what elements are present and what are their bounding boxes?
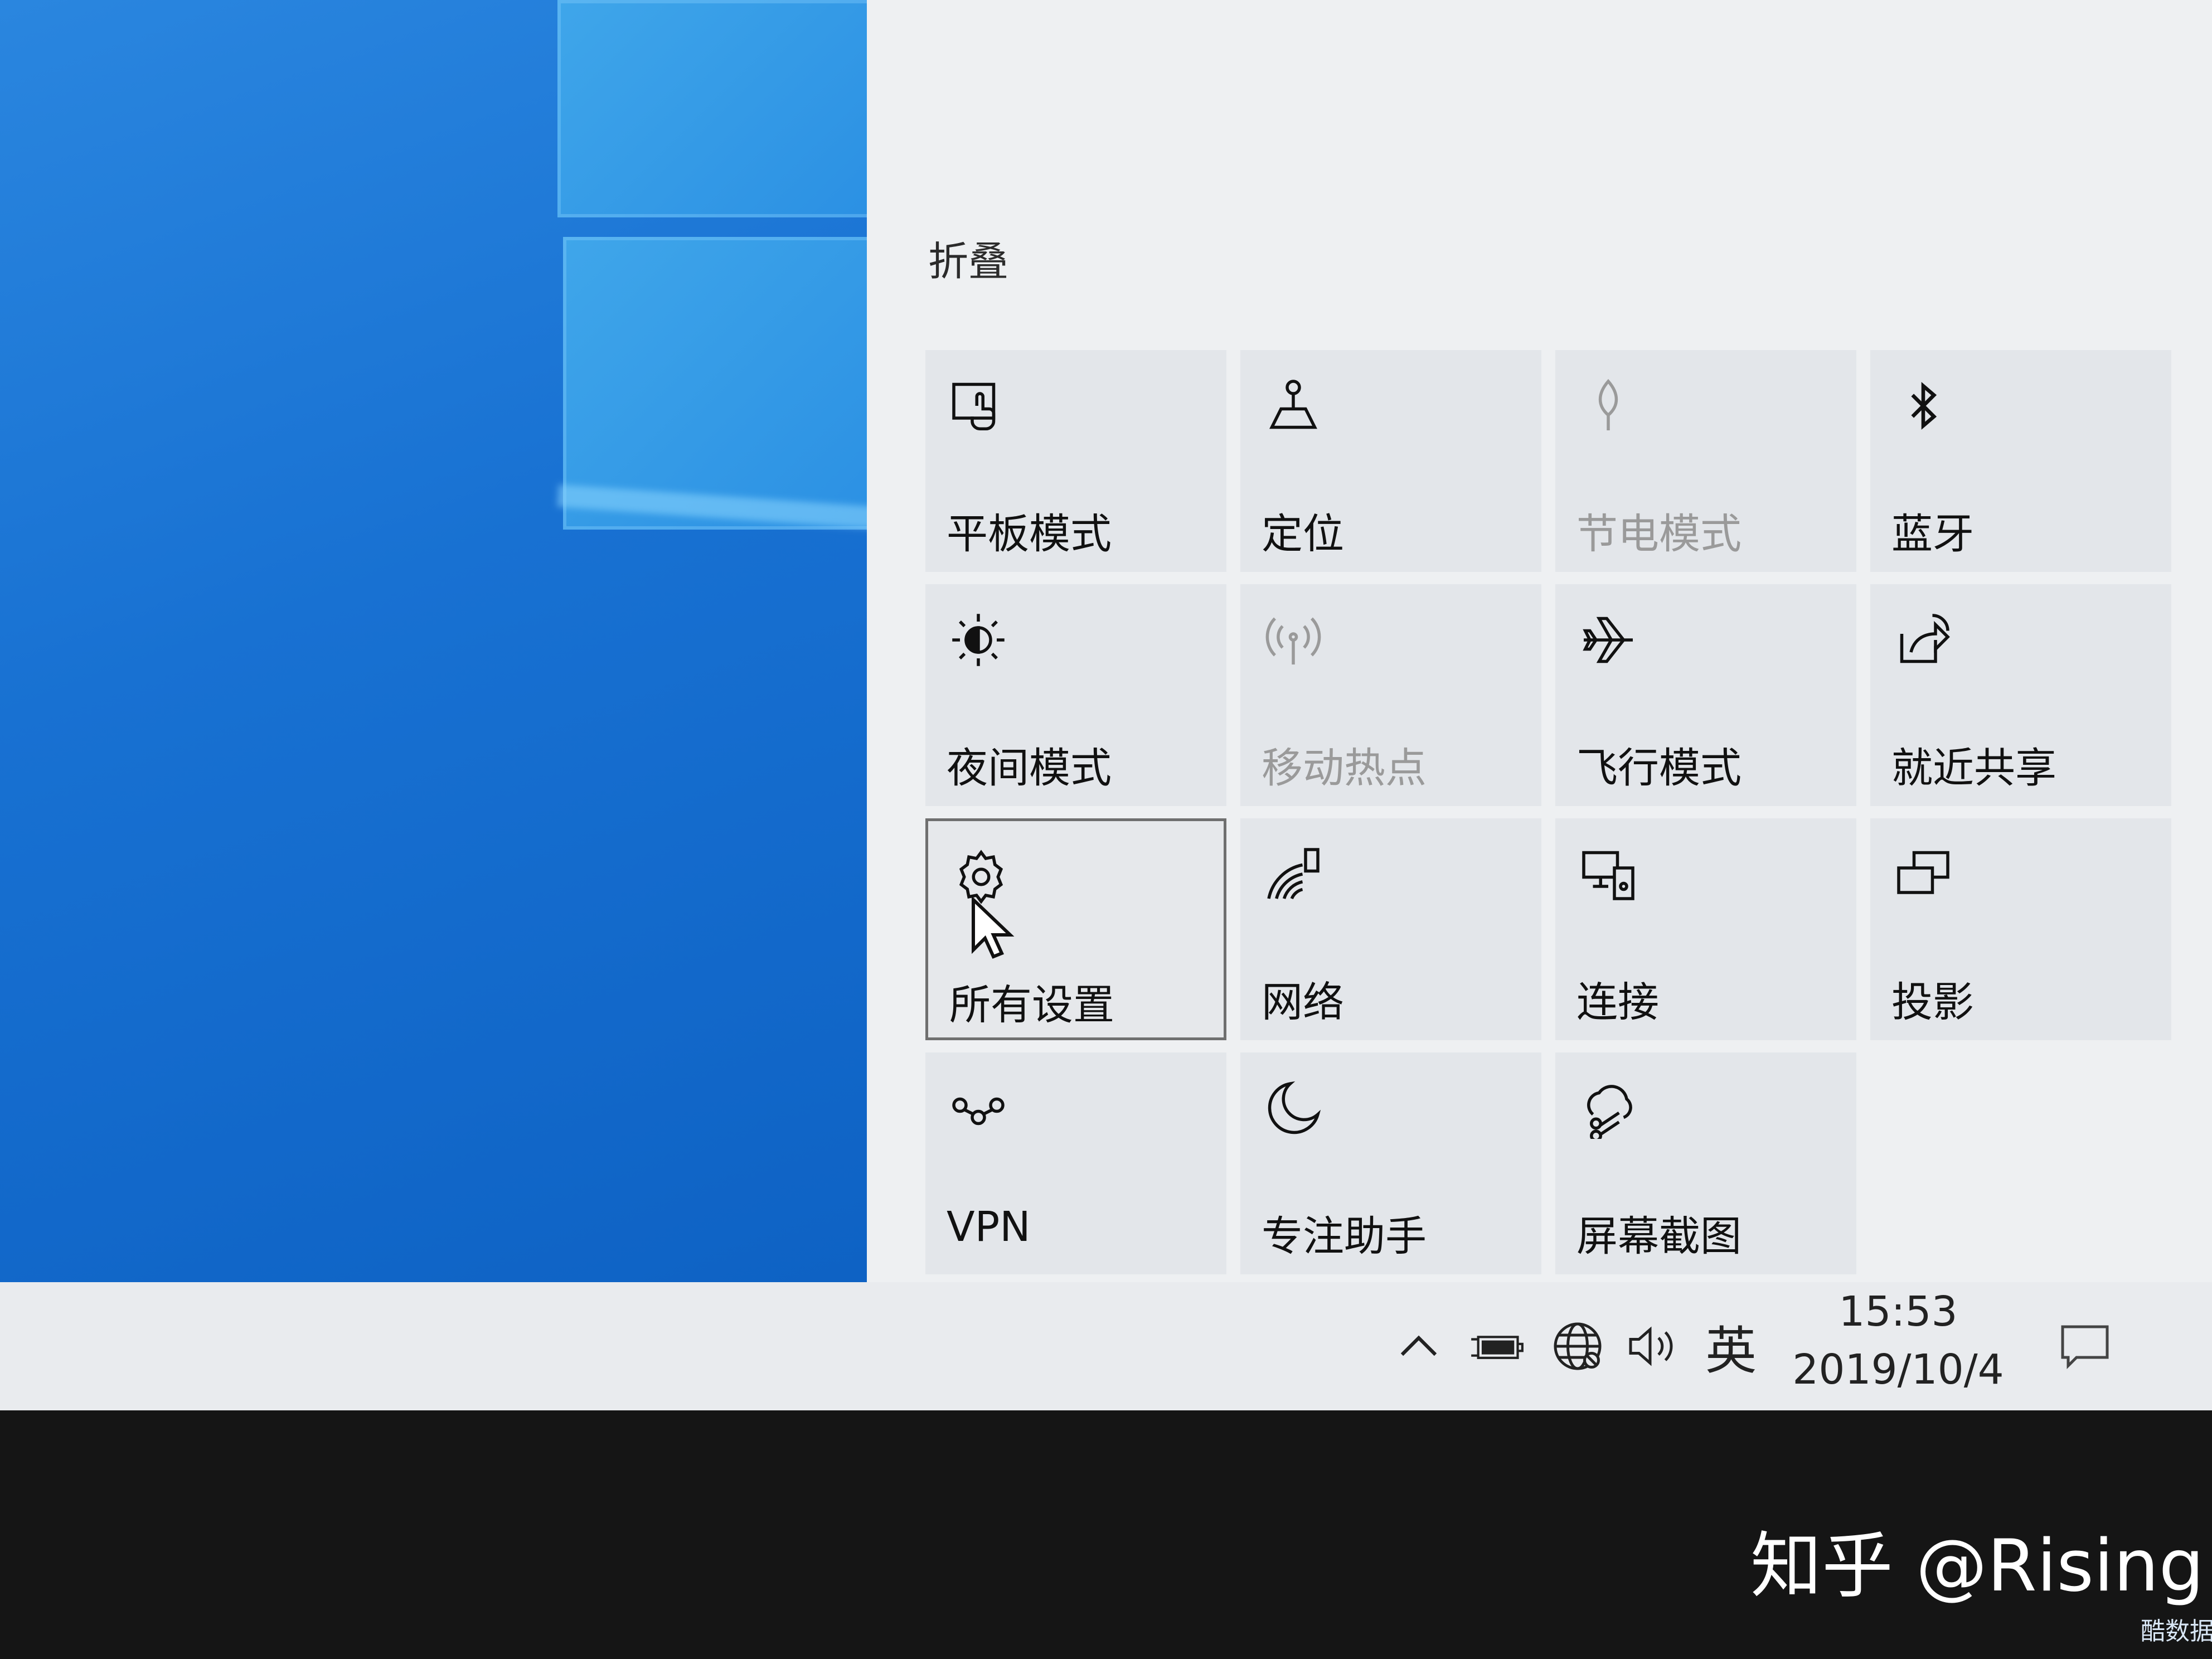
- tile-label: 所有设置: [949, 981, 1114, 1029]
- night-light-icon: [948, 609, 1009, 671]
- tile-label: VPN: [947, 1203, 1031, 1251]
- tile-label: 平板模式: [947, 510, 1112, 558]
- tile-connect[interactable]: 连接: [1555, 818, 1856, 1040]
- notification-icon: [2061, 1325, 2109, 1370]
- tile-bluetooth[interactable]: 蓝牙: [1870, 350, 2171, 572]
- focus-assist-icon: [1263, 1078, 1324, 1139]
- network-status[interactable]: [1544, 1282, 1611, 1410]
- bluetooth-icon: [1893, 375, 1954, 436]
- speaker-icon: [1629, 1326, 1673, 1366]
- mouse-cursor-icon: [972, 896, 1015, 959]
- tile-label: 定位: [1262, 510, 1344, 558]
- volume-button[interactable]: [1619, 1282, 1686, 1410]
- network-icon: [1263, 843, 1324, 905]
- tile-label: 投影: [1891, 978, 1974, 1026]
- globe-icon: [1554, 1322, 1602, 1370]
- tile-label: 蓝牙: [1891, 510, 1974, 558]
- tile-label: 连接: [1576, 978, 1659, 1026]
- tile-label: 专注助手: [1262, 1212, 1427, 1260]
- tile-vpn[interactable]: VPN: [925, 1052, 1226, 1274]
- project-icon: [1893, 843, 1954, 905]
- tile-label: 网络: [1262, 978, 1344, 1026]
- tile-night-light[interactable]: 夜间模式: [925, 584, 1226, 806]
- tile-tablet-mode[interactable]: 平板模式: [925, 350, 1226, 572]
- show-hidden-icons-button[interactable]: [1388, 1282, 1449, 1410]
- tile-airplane-mode[interactable]: 飞行模式: [1555, 584, 1856, 806]
- action-center-button[interactable]: [2040, 1282, 2129, 1410]
- screen-snip-icon: [1578, 1078, 1639, 1139]
- clock-date: 2019/10/4: [1792, 1346, 2004, 1394]
- action-center-panel: 折叠 平板模式 定位 节电模式 蓝牙 夜间模式 移动热点 飞行模式 就近共享 所…: [867, 0, 2212, 1282]
- windows-logo-pane-bottom: [563, 237, 874, 530]
- battery-saver-icon: [1578, 375, 1639, 436]
- mobile-hotspot-icon: [1263, 609, 1324, 671]
- corner-badge: 酷数据: [2141, 1617, 2212, 1646]
- collapse-button[interactable]: 折叠: [928, 229, 1008, 287]
- tile-label: 移动热点: [1262, 744, 1427, 792]
- tile-screen-snip[interactable]: 屏幕截图: [1555, 1052, 1856, 1274]
- battery-status[interactable]: [1461, 1282, 1533, 1410]
- desktop-background: [0, 0, 874, 1282]
- tile-network[interactable]: 网络: [1240, 818, 1541, 1040]
- tile-project[interactable]: 投影: [1870, 818, 2171, 1040]
- tile-focus-assist[interactable]: 专注助手: [1240, 1052, 1541, 1274]
- connect-icon: [1578, 843, 1639, 905]
- watermark: 知乎 @Rising: [1750, 1525, 2204, 1608]
- tile-battery-saver[interactable]: 节电模式: [1555, 350, 1856, 572]
- tile-label: 就近共享: [1891, 744, 2056, 792]
- tile-label: 屏幕截图: [1576, 1212, 1742, 1260]
- tile-nearby-sharing[interactable]: 就近共享: [1870, 584, 2171, 806]
- airplane-icon: [1578, 609, 1639, 671]
- input-method-indicator[interactable]: 英: [1695, 1282, 1767, 1410]
- battery-icon: [1471, 1336, 1524, 1359]
- tile-label: 节电模式: [1576, 510, 1742, 558]
- location-icon: [1263, 375, 1324, 436]
- chevron-up-icon: [1400, 1335, 1437, 1356]
- tile-mobile-hotspot[interactable]: 移动热点: [1240, 584, 1541, 806]
- tile-label: 夜间模式: [947, 744, 1112, 792]
- clock[interactable]: 15:53 2019/10/4: [1784, 1282, 2012, 1410]
- nearby-share-icon: [1893, 609, 1954, 671]
- tile-label: 飞行模式: [1576, 744, 1742, 792]
- clock-time: 15:53: [1839, 1288, 1958, 1336]
- tablet-mode-icon: [948, 375, 1009, 436]
- tile-all-settings[interactable]: 所有设置: [925, 818, 1226, 1040]
- tile-location[interactable]: 定位: [1240, 350, 1541, 572]
- windows-logo-pane-top: [557, 0, 874, 217]
- taskbar: 英 15:53 2019/10/4: [0, 1282, 2212, 1410]
- vpn-icon: [948, 1078, 1009, 1139]
